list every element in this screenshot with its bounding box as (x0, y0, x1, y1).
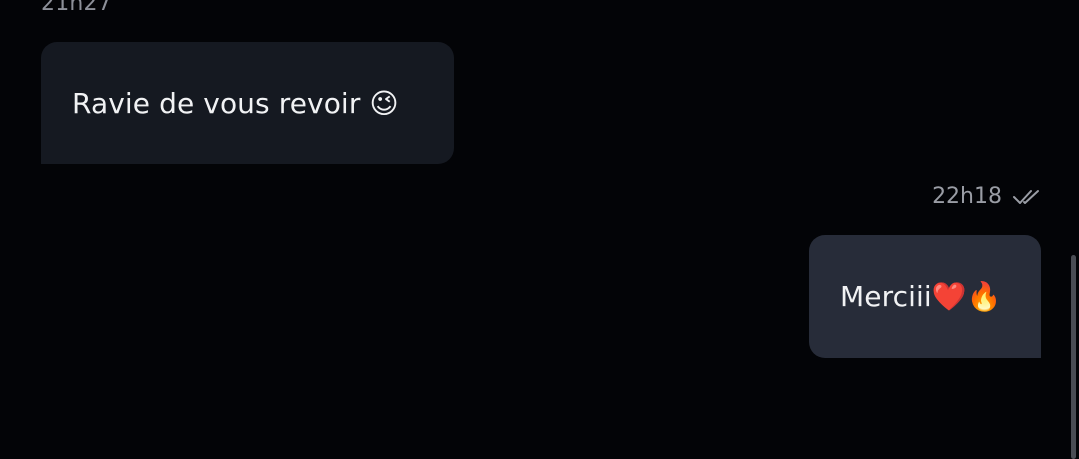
message-timestamp: 21h27 (41, 0, 112, 16)
message-text: Merciii❤️🔥 (840, 280, 1002, 313)
scrollbar[interactable] (1071, 255, 1076, 459)
double-check-icon (1012, 187, 1042, 207)
message-text: Ravie de vous revoir 😉 (72, 86, 399, 120)
outgoing-message-bubble[interactable]: Merciii❤️🔥 (809, 235, 1041, 358)
message-timestamp: 22h18 (932, 184, 1002, 209)
chat-screen: 21h27 Ravie de vous revoir 😉 22h18 Merci… (0, 0, 1079, 459)
outgoing-message-meta: 22h18 (932, 184, 1042, 209)
incoming-message-bubble[interactable]: Ravie de vous revoir 😉 (41, 42, 454, 164)
